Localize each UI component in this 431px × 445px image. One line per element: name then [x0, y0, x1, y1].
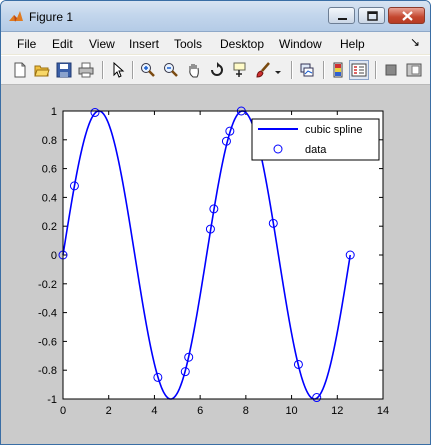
close-icon: [402, 11, 413, 21]
insert-legend-icon: [351, 63, 367, 77]
save-icon: [56, 62, 72, 78]
open-file-icon: [34, 65, 50, 77]
rotate-3d-icon: [211, 62, 223, 76]
zoom-out-icon: [164, 63, 178, 77]
insert-legend-button[interactable]: [349, 60, 369, 80]
hide-plot-tools-icon: [385, 64, 397, 76]
minimize-button[interactable]: [328, 7, 355, 24]
x-tick-label: 8: [243, 405, 249, 417]
menu-file[interactable]: File: [17, 37, 36, 51]
link-plot-button[interactable]: [297, 60, 317, 80]
data-cursor-button[interactable]: [230, 60, 250, 80]
data-cursor-icon: [233, 62, 246, 77]
title-bar[interactable]: Figure 1: [1, 1, 430, 32]
minimize-icon: [338, 18, 347, 20]
close-button[interactable]: [388, 7, 425, 24]
y-tick-label: -0.4: [38, 308, 57, 320]
maximize-button[interactable]: [358, 7, 385, 24]
y-tick-label: 0.4: [42, 192, 57, 204]
show-plot-tools-button[interactable]: [404, 60, 424, 80]
x-tick-label: 12: [331, 405, 343, 417]
brush-icon: [256, 62, 270, 78]
pan-button[interactable]: [184, 60, 204, 80]
plot-axes-svg: 0 2 4 6 8 10 12 14 -1 -0.8 -0.6 -0.4 -0.2 0 0.2 0.4 0.6 0…: [38, 106, 389, 417]
menu-insert[interactable]: Insert: [129, 37, 159, 51]
menu-tools[interactable]: Tools: [174, 37, 202, 51]
y-tick-label: 0.6: [42, 164, 57, 176]
open-file-button[interactable]: [32, 60, 52, 80]
menu-bar: File Edit View Insert Tools Desktop Wind…: [1, 32, 430, 54]
toolbar-separator: [291, 61, 293, 79]
x-tick-label: 4: [151, 405, 157, 417]
show-plot-tools-icon: [406, 63, 422, 77]
new-figure-icon: [14, 62, 26, 78]
x-tick-label: 6: [197, 405, 203, 417]
pan-hand-icon: [189, 64, 199, 78]
x-tick-label: 10: [285, 405, 297, 417]
legend[interactable]: cubic spline data: [251, 118, 380, 161]
brush-dropdown-button[interactable]: [273, 60, 283, 80]
figure-canvas[interactable]: 0 2 4 6 8 10 12 14 -1 -0.8 -0.6 -0.4 -0.2 0 0.2 0.4 0.6 0…: [1, 85, 430, 444]
y-tick-label: 0.8: [42, 135, 57, 147]
rotate-3d-button[interactable]: [207, 60, 227, 80]
y-tick-label: 1: [51, 106, 57, 118]
insert-colorbar-button[interactable]: [328, 60, 348, 80]
window-title: Figure 1: [29, 10, 74, 24]
toolbar-separator: [132, 61, 134, 79]
toolbar-separator: [323, 61, 325, 79]
x-tick-label: 14: [377, 405, 389, 417]
x-tick-label: 0: [60, 405, 66, 417]
menu-view[interactable]: View: [89, 37, 115, 51]
print-button[interactable]: [76, 60, 96, 80]
dock-figure-icon[interactable]: ↘: [410, 35, 420, 49]
zoom-in-button[interactable]: [138, 60, 158, 80]
zoom-in-icon: [141, 63, 155, 77]
save-button[interactable]: [54, 60, 74, 80]
edit-plot-button[interactable]: [108, 60, 128, 80]
matlab-logo-icon: [9, 11, 23, 22]
y-tick-label: -0.8: [38, 365, 57, 377]
toolbar-separator: [375, 61, 377, 79]
menu-edit[interactable]: Edit: [52, 37, 73, 51]
menu-window[interactable]: Window: [279, 37, 322, 51]
toolbar-separator: [102, 61, 104, 79]
legend-label-spline: cubic spline: [305, 124, 362, 136]
brush-button[interactable]: [253, 60, 273, 80]
y-tick-label: -0.6: [38, 336, 57, 348]
zoom-out-button[interactable]: [161, 60, 181, 80]
hide-plot-tools-button[interactable]: [381, 60, 401, 80]
edit-plot-arrow-icon: [113, 62, 125, 78]
y-tick-label: -0.2: [38, 279, 57, 291]
figure-toolbar: [1, 55, 430, 85]
link-plot-icon: [300, 63, 314, 77]
maximize-icon: [367, 11, 378, 21]
y-tick-label: 0.2: [42, 221, 57, 233]
menu-help[interactable]: Help: [340, 37, 365, 51]
figure-window: Figure 1 File Edit View Insert Tools Des…: [0, 0, 431, 445]
new-figure-button[interactable]: [10, 60, 30, 80]
y-tick-label: 0: [51, 250, 57, 262]
legend-label-data: data: [305, 144, 327, 156]
menu-desktop[interactable]: Desktop: [220, 37, 264, 51]
print-icon: [78, 62, 94, 78]
x-tick-label: 2: [106, 405, 112, 417]
insert-colorbar-icon: [333, 62, 343, 78]
brush-dropdown-icon: [275, 71, 281, 74]
y-tick-label: -1: [47, 394, 57, 406]
